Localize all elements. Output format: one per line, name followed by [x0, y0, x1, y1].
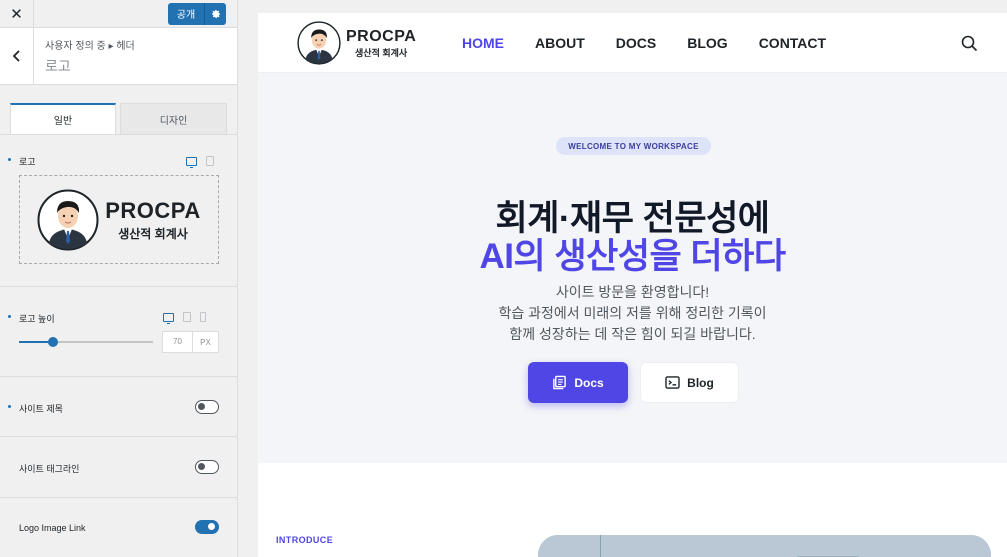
device-switcher-height — [163, 312, 206, 324]
logo-text: PROCPA 생산적 회계사 — [105, 198, 201, 242]
site-header: PROCPA 생산적 회계사 HOME ABOUT DOCS BLOG CONT… — [258, 13, 1007, 73]
site-title-label: 사이트 제목 — [8, 404, 63, 414]
site-logo-subtitle: 생산적 회계사 — [355, 47, 408, 58]
tagline-toggle[interactable] — [195, 460, 219, 474]
docs-button[interactable]: Docs — [528, 362, 628, 403]
tab-general[interactable]: 일반 — [10, 103, 116, 134]
hero-section: WELCOME TO MY WORKSPACE 회계·재무 전문성에 AI의 생… — [258, 73, 1007, 463]
docs-icon — [553, 375, 567, 390]
site-preview: PROCPA 생산적 회계사 HOME ABOUT DOCS BLOG CONT… — [258, 13, 1007, 557]
sidebar-tabs: 일반 디자인 — [0, 86, 237, 135]
nav-home[interactable]: HOME — [462, 35, 504, 51]
blog-button-label: Blog — [687, 375, 714, 390]
nav-contact[interactable]: CONTACT — [759, 35, 826, 51]
close-customizer-button[interactable]: ✕ — [0, 0, 34, 28]
avatar-icon — [37, 189, 99, 250]
device-switcher — [186, 156, 214, 168]
chevron-left-icon — [12, 50, 20, 62]
logo-height-value[interactable]: 70 — [163, 332, 193, 352]
nav-docs[interactable]: DOCS — [616, 35, 656, 51]
hero-title-line2: AI의 생산성을 더하다 — [479, 237, 786, 276]
hero-desc-line2: 학습 과정에서 미래의 저를 위해 정리한 기록이 — [498, 305, 767, 321]
intro-illustration — [538, 535, 991, 557]
intro-image — [538, 535, 991, 557]
logo-link-label: Logo Image Link — [19, 523, 86, 533]
hero-desc-line3: 함께 성장하는 데 작은 힘이 되길 바랍니다. — [509, 326, 756, 342]
terminal-icon — [665, 376, 680, 389]
site-logo-brand: PROCPA — [346, 27, 417, 45]
logo-height-unit[interactable]: PX — [193, 338, 218, 347]
section-header: 사용자 정의 중 ▸ 헤더 로고 — [0, 27, 237, 85]
section-title: 로고 — [45, 57, 71, 74]
site-logo-text: PROCPA 생산적 회계사 — [346, 28, 416, 59]
desktop-icon[interactable] — [163, 312, 174, 324]
blog-button[interactable]: Blog — [640, 362, 739, 403]
desktop-icon[interactable] — [186, 156, 197, 168]
logo-brand: PROCPA — [105, 197, 201, 223]
logo-label: 로고 — [8, 157, 36, 167]
hero-desc-line1: 사이트 방문을 환영합니다! — [555, 284, 710, 300]
customizer-sidebar: ✕ 공개 사용자 정의 중 ▸ 헤더 로고 일반 디자인 로고 PROCPA 생… — [0, 0, 238, 557]
control-logo-link: Logo Image Link — [0, 498, 237, 557]
logo-upload-area[interactable]: PROCPA 생산적 회계사 — [19, 175, 219, 264]
logo-subtitle: 생산적 회계사 — [118, 226, 188, 241]
introduce-label: INTRODUCE — [276, 535, 334, 545]
welcome-badge: WELCOME TO MY WORKSPACE — [556, 137, 711, 155]
logo-height-label: 로고 높이 — [8, 314, 55, 324]
search-icon — [961, 35, 978, 52]
publish-button[interactable]: 공개 — [168, 2, 204, 25]
logo-height-slider[interactable] — [19, 337, 153, 347]
back-button[interactable] — [0, 27, 34, 85]
close-icon: ✕ — [10, 5, 23, 23]
tablet-icon[interactable] — [183, 312, 191, 322]
section-titles: 사용자 정의 중 ▸ 헤더 로고 — [34, 37, 135, 76]
publish-settings-button[interactable] — [204, 2, 226, 25]
docs-button-label: Docs — [574, 375, 604, 390]
main-nav: HOME ABOUT DOCS BLOG CONTACT — [462, 13, 826, 73]
control-site-title: 사이트 제목 — [0, 377, 237, 437]
gear-icon — [211, 9, 220, 18]
control-tagline: 사이트 태그라인 — [0, 437, 237, 498]
tagline-label: 사이트 태그라인 — [19, 464, 80, 474]
nav-blog[interactable]: BLOG — [687, 35, 727, 51]
site-title-toggle[interactable] — [195, 400, 219, 414]
customizer-topbar: ✕ 공개 — [0, 0, 237, 28]
logo-height-input[interactable]: 70 PX — [162, 331, 219, 353]
breadcrumb: 사용자 정의 중 ▸ 헤더 — [45, 40, 135, 52]
logo-link-toggle[interactable] — [195, 520, 219, 534]
tab-design[interactable]: 디자인 — [120, 103, 227, 134]
avatar-icon — [297, 21, 341, 65]
nav-about[interactable]: ABOUT — [535, 35, 585, 51]
slider-handle[interactable] — [47, 337, 58, 347]
publish-group: 공개 — [168, 2, 226, 25]
tablet-icon[interactable] — [206, 156, 214, 166]
mobile-icon[interactable] — [200, 312, 206, 322]
site-logo[interactable]: PROCPA 생산적 회계사 — [297, 21, 416, 65]
search-button[interactable] — [961, 35, 978, 57]
